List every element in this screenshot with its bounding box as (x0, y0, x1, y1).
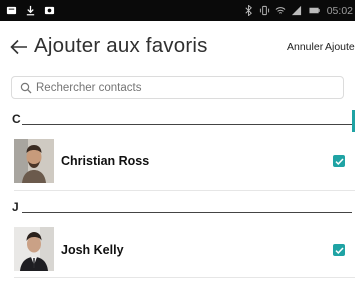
status-bar: 05:02 (0, 0, 355, 21)
status-time: 05:02 (326, 4, 353, 17)
message-icon (6, 6, 17, 15)
section-header-c: C (12, 112, 21, 126)
favorite-checkbox[interactable] (333, 244, 345, 256)
app-header: Ajouter aux favoris Annuler Ajouter (0, 21, 355, 75)
wifi-icon (275, 7, 286, 14)
row-divider (14, 277, 355, 278)
checkmark-icon (334, 157, 344, 165)
row-divider (14, 190, 355, 191)
cancel-button[interactable]: Annuler (287, 41, 323, 53)
checkmark-icon (334, 246, 344, 254)
contact-row-christian-ross[interactable]: Christian Ross (0, 139, 355, 191)
back-button[interactable] (8, 35, 30, 59)
arrow-back-icon (10, 39, 27, 55)
contact-row-josh-kelly[interactable]: Josh Kelly (0, 227, 355, 279)
search-icon (20, 82, 32, 94)
section-divider (22, 212, 352, 213)
status-left-icons (6, 3, 55, 18)
favorite-checkbox[interactable] (333, 155, 345, 167)
avatar (14, 227, 54, 271)
section-header-j: J (12, 200, 19, 214)
search-input[interactable] (36, 80, 336, 96)
status-right-icons: 05:02 (243, 3, 353, 18)
vibrate-icon (259, 5, 269, 16)
search-box[interactable] (11, 76, 344, 99)
contact-name: Josh Kelly (61, 243, 124, 257)
section-divider (22, 124, 352, 125)
contact-name: Christian Ross (61, 154, 150, 168)
add-button[interactable]: Ajouter (325, 41, 355, 53)
signal-icon (291, 5, 301, 16)
download-icon (26, 5, 35, 16)
bluetooth-icon (245, 5, 252, 16)
page-title: Ajouter aux favoris (34, 34, 208, 57)
battery-icon (309, 7, 320, 14)
avatar (14, 139, 54, 183)
photo-icon (44, 6, 55, 15)
